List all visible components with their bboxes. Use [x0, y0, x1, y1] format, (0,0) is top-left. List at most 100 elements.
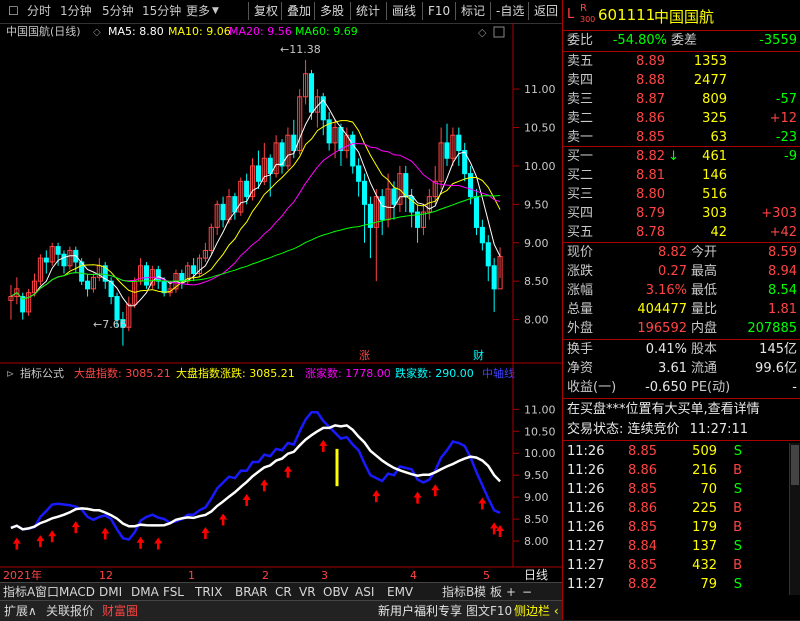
finance-marker: 财 — [473, 348, 484, 362]
tick-volume: 225 — [692, 501, 717, 516]
sell-volume: 1353 — [693, 54, 727, 69]
indicator-tab-16[interactable]: + — [506, 584, 516, 600]
indicator-tab-12[interactable]: EMV — [387, 584, 413, 600]
weibi-row: 委比 -54.80% 委差 -3559 — [567, 33, 797, 48]
f10-graphic-button[interactable]: 图文F10 — [466, 603, 512, 619]
sell-level-label: 卖四 — [567, 73, 594, 88]
buy-volume: 516 — [702, 187, 727, 202]
scrollbar-thumb[interactable] — [791, 445, 799, 485]
tick-side: S — [733, 482, 742, 497]
indicator-tab-10[interactable]: OBV — [323, 584, 349, 600]
buy-volume: 146 — [702, 168, 727, 183]
signal-arrow-icon — [496, 524, 505, 537]
tick-scrollbar[interactable] — [789, 443, 800, 595]
tick-price: 8.84 — [628, 539, 657, 554]
ind-y-tick-label: 9.00 — [524, 491, 549, 504]
chart-area[interactable]: 中国国航(日线) ◇ MA5: 8.80 MA10: 9.06 MA20: 9.… — [0, 23, 562, 598]
candle-body — [456, 134, 462, 152]
stat-label: 外盘 — [567, 321, 594, 336]
candle-body — [379, 196, 385, 221]
buy-price: 8.79 — [636, 206, 665, 221]
indicator-tab-13[interactable]: 指标B — [442, 584, 474, 600]
fin-row: 收益(一) -0.650 PE(动) - — [567, 378, 799, 397]
expand-button[interactable]: 扩展∧ — [4, 603, 37, 619]
checkbox-icon[interactable]: ☐ — [8, 3, 19, 20]
fin-value: -0.650 — [645, 380, 687, 395]
multi-stock-button[interactable]: 多股 — [314, 2, 349, 20]
indicator-tab-6[interactable]: TRIX — [195, 584, 222, 600]
mark-button[interactable]: 标记 — [455, 2, 490, 20]
indicator-tab-9[interactable]: VR — [299, 584, 316, 600]
sell-change: +12 — [769, 111, 797, 126]
badge-l: L — [567, 7, 575, 22]
tick-row: 11:26 8.85 179 B — [567, 518, 799, 537]
y-tick-label: 10.50 — [524, 122, 556, 135]
f10-button[interactable]: F10 — [422, 2, 455, 20]
settings-diamond-icon[interactable]: ◇ — [93, 27, 101, 38]
x-label-year: 2021年 — [3, 568, 42, 582]
period-tab-5min[interactable]: 5分钟 — [102, 3, 134, 20]
maximize-icon[interactable] — [493, 26, 505, 38]
diamond-icon[interactable]: ◇ — [478, 26, 487, 39]
indicator-tab-5[interactable]: FSL — [163, 584, 184, 600]
stat-label-2: 量比 — [691, 302, 718, 317]
signal-arrow-icon — [242, 494, 251, 507]
indicator-tab-7[interactable]: BRAR — [235, 584, 268, 600]
buy-volume: 461 — [702, 149, 727, 164]
statistics-button[interactable]: 统计 — [350, 2, 385, 20]
y-tick-label: 10.00 — [524, 160, 556, 173]
ma60-line — [10, 195, 501, 300]
buy-change: -9 — [784, 149, 797, 164]
y-tick-label: 9.00 — [524, 237, 549, 250]
fin-value-2: 99.6亿 — [755, 361, 797, 376]
wealth-circle-button[interactable]: 财富圈 — [102, 603, 138, 619]
stat-label-2: 内盘 — [691, 321, 718, 336]
indicator-tab-2[interactable]: MACD — [59, 584, 95, 600]
indicator-field-5: 中轴线 — [482, 366, 515, 380]
indicator-tab-8[interactable]: CR — [275, 584, 292, 600]
period-tab-15min[interactable]: 15分钟 — [142, 3, 181, 20]
period-tab-fenshi[interactable]: 分时 — [27, 3, 51, 20]
indicator-tab-15[interactable]: 板 — [490, 584, 502, 600]
back-button[interactable]: 返回 — [528, 2, 563, 20]
indicator-tab-14[interactable]: 模 — [474, 584, 486, 600]
stat-value-2: 8.94 — [768, 264, 797, 279]
related-quotes-button[interactable]: 关联报价 — [46, 603, 94, 619]
buy-level-label: 买三 — [567, 187, 594, 202]
draw-line-button[interactable]: 画线 — [386, 2, 421, 20]
tick-time: 11:27 — [567, 558, 605, 573]
period-tab-more[interactable]: 更多 — [186, 3, 210, 20]
tick-volume: 509 — [692, 444, 717, 459]
chevron-down-icon[interactable]: ▼ — [212, 3, 219, 20]
sell-volume: 325 — [702, 111, 727, 126]
fin-row: 净资 3.61 流通 99.6亿 — [567, 359, 799, 378]
sell-price: 8.87 — [636, 92, 665, 107]
indicator-arrow-icon[interactable]: ⊳ — [6, 369, 14, 380]
indicator-tab-11[interactable]: ASI — [355, 584, 374, 600]
tick-volume: 216 — [692, 463, 717, 478]
period-tab-1min[interactable]: 1分钟 — [60, 3, 92, 20]
kline-chart[interactable]: 中国国航(日线) ◇ MA5: 8.80 MA10: 9.06 MA20: 9.… — [0, 23, 562, 582]
tick-time: 11:26 — [567, 501, 605, 516]
fuquan-button[interactable]: 复权 — [248, 2, 283, 20]
signal-arrow-icon — [490, 522, 499, 535]
candle-body — [43, 257, 49, 263]
remove-watchlist-button[interactable]: -自选 — [490, 2, 529, 20]
fin-row: 换手 0.41% 股本 145亿 — [567, 340, 799, 359]
indicator-tab-4[interactable]: DMA — [131, 584, 159, 600]
fin-value-2: 145亿 — [759, 342, 797, 357]
stat-value-2: 207885 — [747, 321, 797, 336]
indicator-tab-17[interactable]: − — [522, 584, 532, 600]
fin-value: 3.61 — [658, 361, 687, 376]
indicator-tab-1[interactable]: 窗口 — [35, 584, 59, 600]
big-order-notice[interactable]: 在买盘***位置有大买单,查看详情 — [567, 400, 799, 419]
overlay-button[interactable]: 叠加 — [281, 2, 316, 20]
new-user-ad[interactable]: 新用户福利专享 — [378, 603, 462, 619]
sidebar-toggle[interactable]: 侧边栏 ‹ — [514, 603, 559, 619]
candle-body — [391, 188, 397, 205]
indicator-tab-3[interactable]: DMI — [99, 584, 122, 600]
indicator-tab-0[interactable]: 指标A — [3, 584, 35, 600]
buy-change: +42 — [769, 225, 797, 240]
candle-body — [191, 265, 197, 274]
trade-status: 交易状态: 连续竞价 11:27:11 — [567, 422, 749, 437]
